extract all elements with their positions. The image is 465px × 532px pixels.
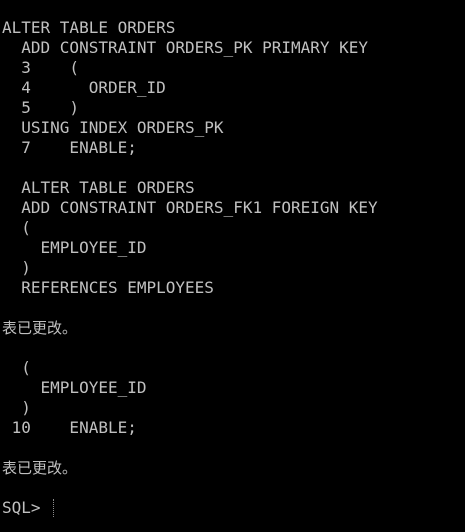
status-message: 表已更改。 [2, 319, 78, 337]
output-line: ) [2, 258, 31, 277]
output-line: ( [2, 218, 31, 237]
output-line: USING INDEX ORDERS_PK [2, 118, 224, 137]
output-line: EMPLOYEE_ID [2, 238, 147, 257]
output-line: 4 ORDER_ID [2, 78, 166, 97]
output-line: REFERENCES EMPLOYEES [2, 278, 214, 297]
output-line: 5 ) [2, 98, 80, 117]
output-line: ADD CONSTRAINT ORDERS_PK PRIMARY KEY [2, 38, 369, 57]
command-prompt-line[interactable]: SQL> [0, 498, 465, 518]
text-cursor [52, 499, 54, 517]
output-line: EMPLOYEE_ID [2, 378, 147, 397]
output-line: 3 ( [2, 58, 80, 77]
status-message: 表已更改。 [2, 459, 78, 477]
terminal-window[interactable]: ALTER TABLE ORDERS ADD CONSTRAINT ORDERS… [0, 0, 465, 532]
sql-prompt: SQL> [2, 498, 41, 517]
output-line: ALTER TABLE ORDERS [2, 178, 195, 197]
output-line: 10 ENABLE; [2, 418, 137, 437]
output-line: ) [2, 398, 31, 417]
output-line: ADD CONSTRAINT ORDERS_FK1 FOREIGN KEY [2, 198, 378, 217]
output-line: 7 ENABLE; [2, 138, 137, 157]
output-line: ALTER TABLE ORDERS [2, 18, 176, 37]
output-line: ( [2, 358, 31, 377]
